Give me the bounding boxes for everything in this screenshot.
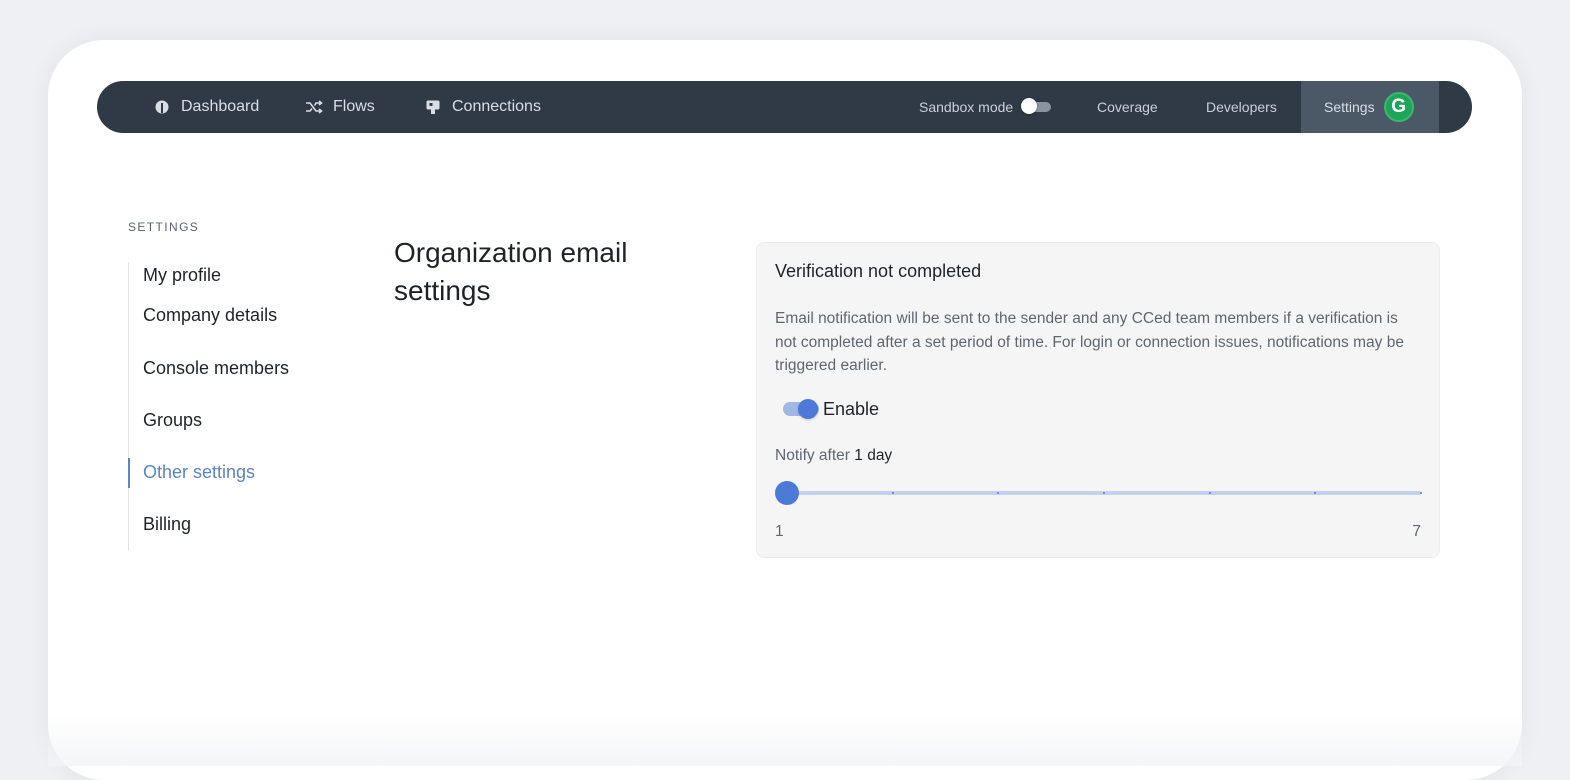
sidebar-item-groups[interactable]: Groups (129, 394, 358, 447)
settings-sidebar: My profile Company details Console membe… (128, 262, 358, 552)
page-title: Organization email settings (394, 237, 628, 306)
nav-settings[interactable]: Settings G (1301, 81, 1439, 133)
sandbox-mode-toggle[interactable] (1021, 98, 1052, 114)
sidebar-item-other-settings[interactable]: Other settings (128, 446, 358, 499)
sandbox-toggle-knob (1021, 98, 1038, 114)
sidebar-item-console-members[interactable]: Console members (129, 342, 358, 395)
enable-label: Enable (823, 399, 880, 419)
nav-flows-label: Flows (333, 98, 375, 115)
nav-connections[interactable]: Connections (424, 81, 541, 133)
notify-after-value: 1 day (854, 447, 893, 464)
sandbox-mode: Sandbox mode (919, 81, 1052, 133)
nav-coverage[interactable]: Coverage (1097, 81, 1158, 133)
sandbox-mode-label: Sandbox mode (919, 99, 1014, 115)
enable-toggle-knob (798, 399, 818, 419)
sidebar-item-company-details[interactable]: Company details (129, 289, 358, 342)
notify-days-slider[interactable] (775, 481, 1422, 505)
sidebar-item-billing[interactable]: Billing (129, 499, 358, 552)
slider-tick (1314, 492, 1316, 494)
slider-tick (892, 492, 894, 494)
verification-settings-panel: Verification not completed Email notific… (756, 242, 1440, 558)
enable-toggle[interactable] (783, 399, 819, 419)
dashboard-icon (153, 98, 171, 116)
nav-coverage-label: Coverage (1097, 99, 1158, 115)
slider-tick (1209, 492, 1211, 494)
avatar[interactable]: G (1383, 92, 1414, 122)
slider-tick (1103, 492, 1105, 494)
notify-after: Notify after 1 day (775, 447, 892, 465)
slider-thumb[interactable] (775, 481, 799, 505)
nav-settings-label: Settings (1324, 99, 1375, 115)
window-bottom-fade (48, 716, 1522, 766)
nav-developers-label: Developers (1206, 99, 1277, 115)
nav-developers[interactable]: Developers (1206, 81, 1277, 133)
panel-description: Email notification will be sent to the s… (775, 310, 1404, 374)
nav-connections-label: Connections (452, 98, 541, 115)
connections-icon (424, 98, 442, 116)
panel-title: Verification not completed (775, 261, 982, 281)
slider-tick (997, 492, 999, 494)
shuffle-icon (305, 98, 323, 116)
sidebar-item-my-profile[interactable]: My profile (129, 262, 358, 290)
slider-min-label: 1 (775, 523, 784, 540)
sidebar-heading: SETTINGS (128, 220, 200, 234)
slider-tick (1420, 492, 1422, 494)
notify-after-label: Notify after (775, 447, 850, 464)
nav-dashboard[interactable]: Dashboard (153, 81, 259, 133)
top-navigation-bar: Dashboard Flows Connections Sandbox mode… (97, 81, 1472, 133)
slider-max-label: 7 (1412, 523, 1421, 540)
nav-dashboard-label: Dashboard (181, 98, 260, 115)
nav-flows[interactable]: Flows (305, 81, 375, 133)
